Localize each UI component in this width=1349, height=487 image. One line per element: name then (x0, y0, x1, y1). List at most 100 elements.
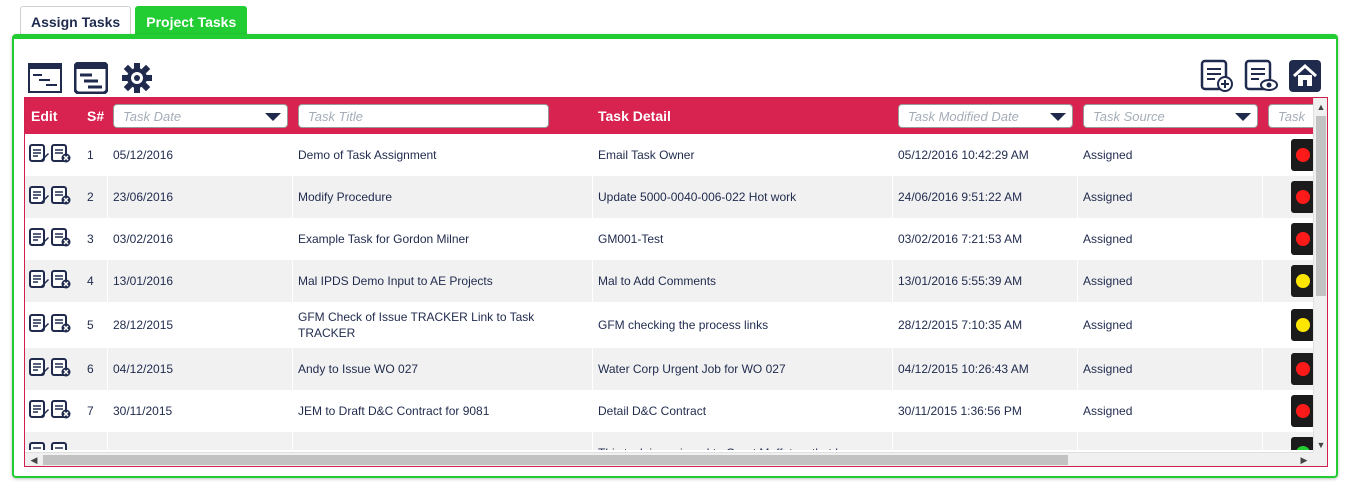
column-divider (292, 134, 293, 176)
column-divider (292, 260, 293, 302)
cell-sno: 4 (87, 274, 94, 288)
cell-title: Demo of Task Assignment (298, 148, 437, 162)
tab-project-tasks[interactable]: Project Tasks (135, 6, 248, 36)
task-date-filter[interactable]: Task Date (113, 104, 288, 128)
column-divider (1077, 218, 1078, 260)
header-sno: S# (87, 108, 105, 124)
table-row[interactable]: This task is assigned to Grant Moffat so… (25, 432, 1315, 450)
header-task-detail: Task Detail (598, 108, 671, 124)
delete-task-icon[interactable] (51, 185, 71, 209)
delete-task-icon[interactable] (51, 313, 71, 337)
table-row[interactable]: 7 30/11/2015 JEM to Draft D&C Contract for… (25, 390, 1315, 432)
delete-task-icon[interactable] (51, 143, 71, 167)
scroll-down-icon[interactable]: ▼ (1314, 438, 1327, 452)
edit-task-icon[interactable] (29, 227, 49, 251)
column-divider (292, 390, 293, 432)
cell-status (1291, 390, 1315, 432)
status-light-red (1296, 148, 1310, 162)
column-divider (892, 134, 893, 176)
table-row[interactable]: 6 04/12/2015 Andy to Issue WO 027 Water Cor… (25, 348, 1315, 390)
table-row[interactable]: 2 23/06/2016 Modify Procedure Update 5000-0… (25, 176, 1315, 218)
vertical-scroll-thumb[interactable] (1316, 116, 1326, 296)
row-actions (29, 302, 71, 348)
horizontal-scroll-thumb[interactable] (43, 455, 1068, 465)
column-divider (1262, 176, 1263, 218)
add-task-list-icon[interactable] (1200, 59, 1234, 93)
column-divider (592, 302, 593, 348)
scroll-left-icon[interactable]: ◀ (27, 453, 41, 466)
table-row[interactable]: 4 13/01/2016 Mal IPDS Demo Input to AE Pro… (25, 260, 1315, 302)
horizontal-scrollbar[interactable]: ◀ ▶ (25, 452, 1315, 466)
column-divider (107, 390, 108, 432)
toolbar-right (1200, 59, 1322, 93)
row-actions (29, 134, 71, 176)
gantt-chart-icon[interactable] (28, 61, 62, 95)
status-light-red (1296, 232, 1310, 246)
column-divider (892, 302, 893, 348)
table-row[interactable]: 3 03/02/2016 Example Task for Gordon Milne… (25, 218, 1315, 260)
task-title-filter[interactable]: Task Title (298, 104, 549, 128)
column-divider (292, 176, 293, 218)
task-title-placeholder: Task Title (308, 108, 364, 124)
chevron-down-icon[interactable] (1050, 113, 1066, 121)
column-divider (1262, 134, 1263, 176)
cell-title: Mal IPDS Demo Input to AE Projects (298, 274, 493, 288)
cell-date: 30/11/2015 (113, 404, 173, 418)
task-source-filter[interactable]: Task Source (1083, 104, 1258, 128)
traffic-light-icon (1291, 395, 1315, 427)
table-row[interactable]: 1 05/12/2016 Demo of Task Assignment Email … (25, 134, 1315, 176)
scroll-right-icon[interactable]: ▶ (1297, 453, 1311, 466)
cell-sno: 2 (87, 190, 94, 204)
edit-task-icon[interactable] (29, 185, 49, 209)
column-divider (592, 260, 593, 302)
cell-sno: 1 (87, 148, 94, 162)
edit-task-icon[interactable] (29, 441, 49, 450)
column-divider (1077, 134, 1078, 176)
tasks-grid: Edit S# Task Date Task Title Task Detail… (24, 97, 1328, 467)
traffic-light-icon (1291, 265, 1315, 297)
chevron-down-icon[interactable] (265, 113, 281, 121)
task-status-placeholder: Task (1278, 108, 1305, 124)
column-divider (592, 390, 593, 432)
table-row[interactable]: 5 28/12/2015 GFM Check of Issue TRACKER Li… (25, 302, 1315, 348)
cell-date: 04/12/2015 (113, 362, 174, 376)
status-light-green (1296, 446, 1310, 450)
edit-task-icon[interactable] (29, 143, 49, 167)
project-tasks-panel: Edit S# Task Date Task Title Task Detail… (12, 34, 1338, 478)
column-divider (892, 218, 893, 260)
column-divider (1077, 176, 1078, 218)
tab-assign-tasks[interactable]: Assign Tasks (20, 6, 132, 36)
cell-date: 28/12/2015 (113, 318, 174, 332)
cell-status (1291, 134, 1315, 176)
cell-status (1291, 348, 1315, 390)
row-actions (29, 260, 71, 302)
delete-task-icon[interactable] (51, 441, 71, 450)
traffic-light-icon (1291, 181, 1315, 213)
chevron-down-icon[interactable] (1235, 113, 1251, 121)
edit-task-icon[interactable] (29, 313, 49, 337)
gantt-view-icon[interactable] (74, 61, 108, 95)
status-light-yellow (1296, 318, 1310, 332)
delete-task-icon[interactable] (51, 399, 71, 423)
delete-task-icon[interactable] (51, 357, 71, 381)
edit-task-icon[interactable] (29, 357, 49, 381)
delete-task-icon[interactable] (51, 227, 71, 251)
home-icon[interactable] (1288, 59, 1322, 93)
cell-source: Assigned (1083, 362, 1133, 376)
task-source-placeholder: Task Source (1093, 108, 1165, 124)
vertical-scrollbar[interactable]: ▲ ▼ (1313, 98, 1327, 454)
scroll-up-icon[interactable]: ▲ (1314, 100, 1327, 114)
settings-gear-icon[interactable] (120, 61, 154, 95)
edit-task-icon[interactable] (29, 399, 49, 423)
cell-detail: Mal to Add Comments (598, 274, 717, 288)
traffic-light-icon (1291, 353, 1315, 385)
cell-date: 03/02/2016 (113, 232, 174, 246)
column-divider (107, 260, 108, 302)
status-light-red (1296, 404, 1310, 418)
delete-task-icon[interactable] (51, 269, 71, 293)
edit-task-icon[interactable] (29, 269, 49, 293)
column-divider (592, 432, 593, 450)
view-task-list-icon[interactable] (1244, 59, 1278, 93)
cell-modified: 13/01/2016 5:55:39 AM (898, 274, 1023, 288)
task-modified-filter[interactable]: Task Modified Date (898, 104, 1073, 128)
